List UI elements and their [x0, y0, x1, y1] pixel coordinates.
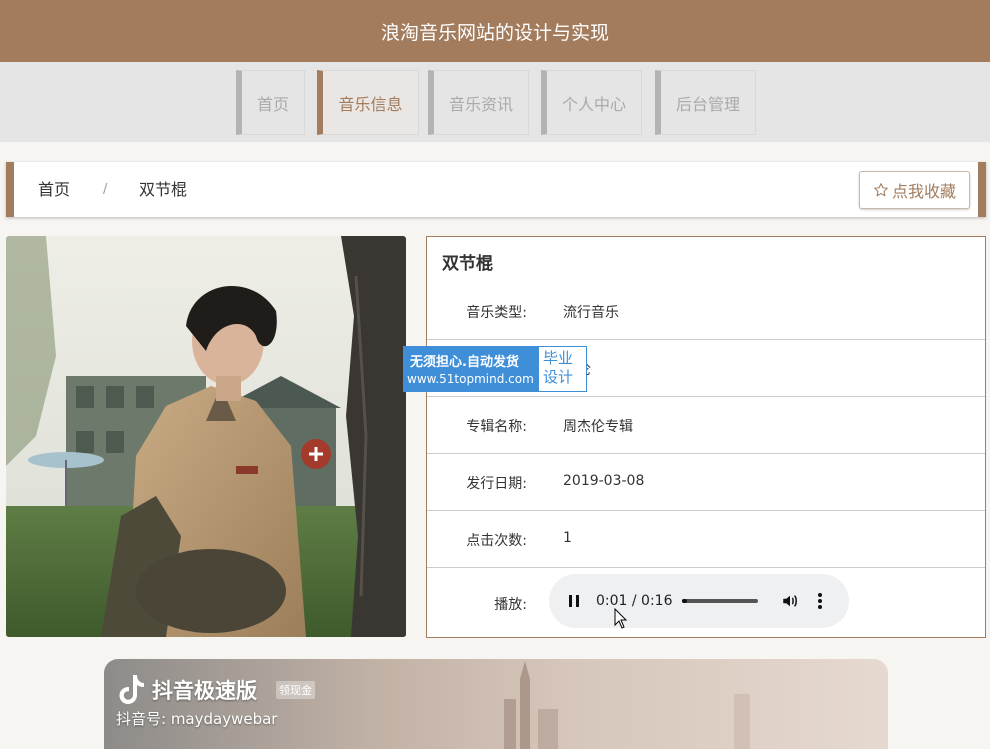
watermark-right-line1: 毕业 [543, 349, 574, 367]
watermark-right-line2: 设计 [543, 368, 574, 386]
field-row: 发行日期: 2019-03-08 [427, 454, 985, 511]
breadcrumb: 首页 / 双节棍 点我收藏 [6, 162, 986, 217]
main-nav: 首页 音乐信息 音乐资讯 个人中心 后台管理 [0, 62, 990, 142]
favorite-label: 点我收藏 [891, 182, 956, 201]
tiktok-logo-icon [118, 673, 146, 709]
field-label: 音乐类型: [466, 305, 527, 321]
field-value: 1 [563, 530, 572, 546]
field-label: 发行日期: [466, 476, 527, 492]
banner-skyline [504, 661, 750, 749]
favorite-button[interactable]: 点我收藏 [859, 171, 970, 209]
volume-icon[interactable] [781, 592, 799, 614]
playback-time: 0:01 / 0:16 [596, 593, 673, 609]
field-row: 点击次数: 1 [427, 511, 985, 568]
pause-icon[interactable] [567, 592, 581, 614]
field-label: 专辑名称: [466, 419, 527, 435]
music-detail-panel: 双节棍 音乐类型: 流行音乐 杰伦 专辑名称: 周杰伦专辑 发行日期: 2019… [426, 236, 986, 638]
progress-slider[interactable] [682, 599, 758, 603]
play-label: 播放: [494, 597, 527, 613]
nav-item-music-news[interactable]: 音乐资讯 [428, 70, 529, 135]
breadcrumb-current: 双节棍 [139, 180, 188, 199]
more-options-icon[interactable] [817, 592, 823, 614]
music-title: 双节棍 [442, 254, 493, 274]
watermark-badge: 无须担心.自动发货 www.51topmind.com 毕业 设计 [403, 346, 587, 392]
banner-subtitle: 抖音号: maydaywebar [116, 710, 278, 728]
watermark-url: www.51topmind.com [407, 372, 534, 386]
watermark-left: 无须担心.自动发货 www.51topmind.com [404, 347, 539, 391]
field-value: 周杰伦专辑 [563, 419, 633, 435]
field-value: 2019-03-08 [563, 473, 645, 489]
nav-item-admin[interactable]: 后台管理 [655, 70, 756, 135]
site-header: 浪淘音乐网站的设计与实现 [0, 0, 990, 62]
field-row: 专辑名称: 周杰伦专辑 [427, 397, 985, 454]
video-banner[interactable]: 抖音极速版 领现金 抖音号: maydaywebar [104, 659, 888, 749]
breadcrumb-separator: / [103, 182, 108, 197]
banner-title: 抖音极速版 [152, 679, 257, 703]
field-label: 点击次数: [466, 533, 527, 549]
star-outline-icon [873, 182, 889, 198]
breadcrumb-home[interactable]: 首页 [38, 162, 70, 217]
banner-badge: 领现金 [276, 681, 315, 699]
nav-item-user-center[interactable]: 个人中心 [541, 70, 642, 135]
audio-player: 0:01 / 0:16 [549, 574, 849, 628]
watermark-right: 毕业 设计 [543, 349, 573, 387]
nav-item-home[interactable]: 首页 [236, 70, 305, 135]
mouse-cursor-icon [614, 607, 628, 634]
progress-fill [682, 599, 687, 603]
album-cover-image [6, 236, 406, 637]
nav-item-music-info[interactable]: 音乐信息 [317, 70, 419, 135]
watermark-line1: 无须担心.自动发货 [410, 355, 519, 370]
site-title: 浪淘音乐网站的设计与实现 [380, 21, 609, 44]
field-value: 流行音乐 [563, 305, 619, 321]
field-row: 音乐类型: 流行音乐 [427, 283, 985, 340]
